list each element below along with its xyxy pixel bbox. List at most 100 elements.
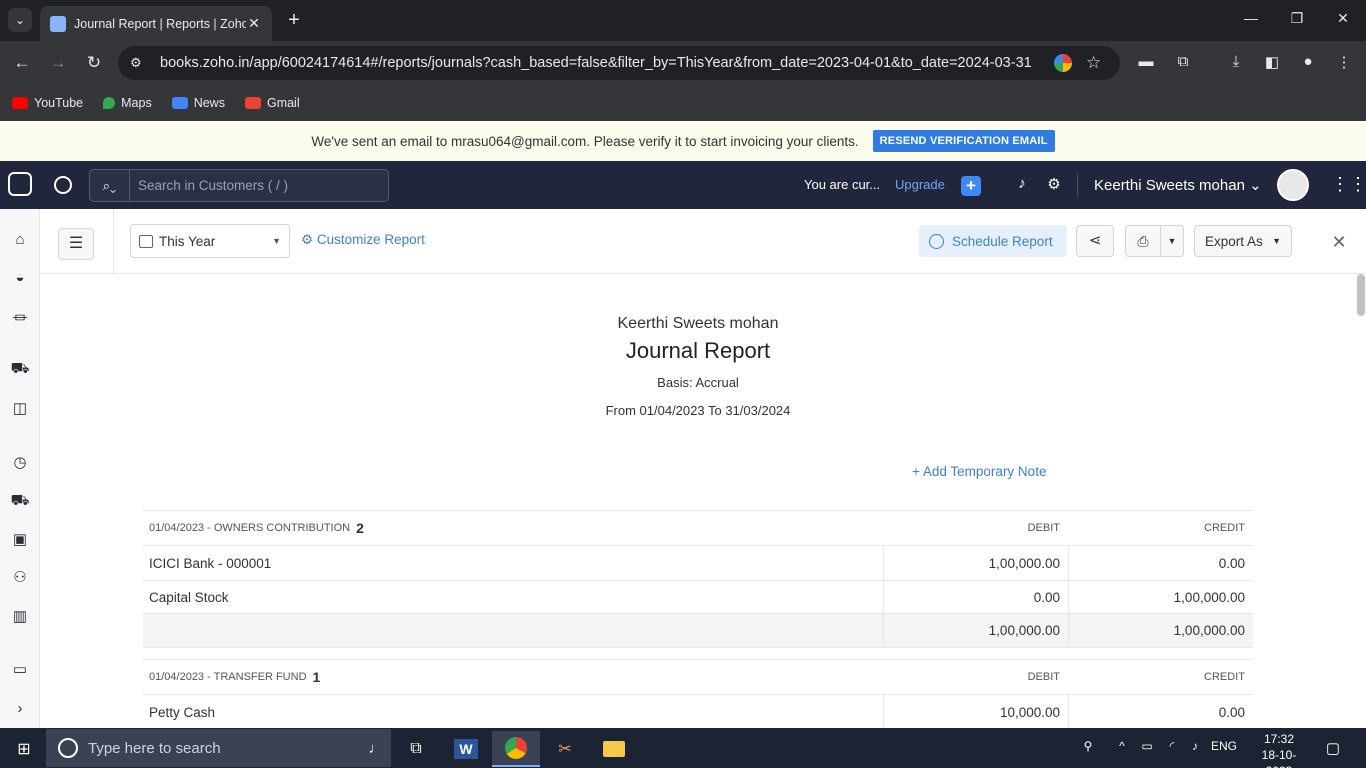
documents-folder-icon[interactable]: ▭ [9, 660, 31, 680]
extensions-puzzle-icon[interactable]: ⧉ [1172, 53, 1194, 75]
export-as-dropdown[interactable]: Export As ▼ [1194, 225, 1292, 257]
bookmark-maps[interactable]: Maps [103, 96, 152, 110]
calendar-icon [139, 234, 153, 248]
accountant-icon[interactable]: ⚇ [9, 568, 31, 588]
word-app-icon[interactable]: W [442, 731, 490, 767]
journal-table: 01/04/2023 - OWNERS CONTRIBUTION 2 DEBIT … [143, 510, 1253, 648]
total-debit: 1,00,000.00 [883, 614, 1068, 647]
taskbar-search-input[interactable]: Type here to search [88, 740, 361, 757]
forward-arrow-icon[interactable]: → [47, 52, 69, 74]
taskbar-search[interactable]: Type here to search ♩ [46, 729, 391, 767]
period-value: This Year [159, 233, 216, 249]
items-basket-icon[interactable]: ◒ [9, 269, 31, 289]
new-tab-plus-icon[interactable]: + [284, 10, 304, 30]
search-input[interactable]: Search in Customers ( / ) [130, 178, 288, 193]
battery-icon[interactable]: ▭ [1138, 739, 1156, 759]
google-lens-icon[interactable] [1054, 54, 1072, 72]
banner-message: We've sent an email to mrasu064@gmail.co… [311, 133, 859, 149]
snipping-tool-icon[interactable]: ✂ [541, 731, 589, 767]
customize-label: Customize Report [316, 232, 425, 247]
global-search[interactable]: ⌕⌄ Search in Customers ( / ) [89, 169, 389, 202]
restore-icon[interactable]: ❐ [1282, 10, 1312, 30]
cast-icon[interactable]: ▬ [1135, 53, 1157, 75]
site-info-icon[interactable]: ⚙ [130, 55, 150, 71]
chrome-menu-kebab-icon[interactable]: ⋮ [1333, 53, 1355, 75]
total-label-cell [143, 614, 883, 647]
home-icon[interactable]: ⌂ [9, 231, 31, 251]
windows-start-icon[interactable]: ⊞ [14, 739, 34, 758]
schedule-report-button[interactable]: Schedule Report [919, 225, 1067, 257]
debit-header: DEBIT [1027, 522, 1060, 534]
volume-icon[interactable]: ♪ [1186, 739, 1204, 759]
close-report-icon[interactable]: ✕ [1330, 232, 1348, 252]
print-options-caret-icon[interactable]: ▼ [1161, 236, 1183, 246]
add-temporary-note-link[interactable]: + Add Temporary Note [912, 464, 1046, 479]
maps-icon [103, 97, 116, 109]
tab-close-icon[interactable]: ✕ [246, 15, 262, 32]
url-text[interactable]: books.zoho.in/app/60024174614#/reports/j… [160, 55, 1054, 71]
people-icon[interactable]: ⚲ [1078, 739, 1098, 759]
printer-icon[interactable]: ⎙ [1126, 226, 1161, 256]
news-icon [171, 97, 188, 109]
period-select[interactable]: This Year ▼ [130, 224, 290, 258]
zoho-books-logo-icon[interactable] [8, 172, 32, 196]
user-avatar[interactable] [1277, 169, 1309, 201]
file-explorer-icon[interactable] [590, 731, 638, 767]
toolbar-divider [113, 209, 114, 273]
download-icon[interactable]: ⤓ [1225, 53, 1247, 75]
minimize-icon[interactable]: — [1236, 10, 1266, 30]
side-panel-icon[interactable]: ◧ [1261, 53, 1283, 75]
microphone-icon[interactable]: ♩ [361, 740, 391, 757]
share-button[interactable]: ⋖ [1076, 225, 1114, 257]
expand-rail-chevron-icon[interactable]: › [9, 700, 31, 720]
bookmark-youtube[interactable]: YouTube [12, 96, 83, 110]
cortana-circle-icon [58, 738, 78, 758]
window-close-icon[interactable]: ✕ [1328, 10, 1358, 30]
clock-time: 17:32 [1263, 732, 1295, 746]
eway-bill-truck-icon[interactable]: ⛟ [9, 492, 31, 512]
task-view-icon[interactable]: ⧉ [392, 731, 440, 767]
system-clock[interactable]: 17:32 18-10-2023 [1257, 731, 1301, 768]
quick-create-plus-icon[interactable]: + [961, 176, 981, 196]
scrollbar-thumb[interactable] [1357, 274, 1365, 316]
organization-switcher[interactable]: Keerthi Sweets mohan ⌄ [1094, 176, 1262, 194]
browser-tab-active[interactable]: Journal Report | Reports | Zoho ✕ [40, 6, 272, 41]
journal-title: 01/04/2023 - OWNERS CONTRIBUTION [149, 522, 351, 534]
gmail-icon [244, 97, 261, 109]
gst-filing-icon[interactable]: ▣ [9, 530, 31, 550]
notifications-bell-icon[interactable]: ♪ [1012, 175, 1032, 195]
address-bar[interactable]: ⚙ books.zoho.in/app/60024174614#/reports… [118, 46, 1120, 80]
print-button[interactable]: ⎙ ▼ [1125, 225, 1184, 257]
report-org-name: Keerthi Sweets mohan [617, 315, 779, 332]
credit-amount: 1,00,000.00 [1068, 581, 1253, 613]
chrome-app-icon[interactable] [492, 731, 540, 767]
bookmark-gmail[interactable]: Gmail [244, 96, 300, 110]
profile-icon[interactable]: ● [1297, 53, 1319, 75]
app-grid-icon[interactable]: ⋮⋮ [1331, 175, 1366, 195]
tab-title: Journal Report | Reports | Zoho [74, 16, 246, 31]
bookmark-star-icon[interactable]: ☆ [1086, 53, 1108, 73]
account-name: Capital Stock [149, 589, 229, 605]
customize-report-link[interactable]: ⚙ Customize Report [301, 232, 425, 248]
resend-verification-button[interactable]: RESEND VERIFICATION EMAIL [872, 130, 1055, 152]
reports-menu-hamburger-icon[interactable]: ☰ [58, 228, 94, 260]
settings-gear-icon[interactable]: ⚙ [1044, 175, 1064, 195]
tab-search-chevron-icon[interactable]: ⌄ [8, 8, 32, 32]
time-tracking-icon[interactable]: ◷ [9, 453, 31, 473]
back-arrow-icon[interactable]: ← [11, 52, 33, 74]
credit-header: CREDIT [1204, 522, 1245, 534]
bookmark-news[interactable]: News [171, 96, 225, 110]
reports-chart-icon[interactable]: ▥ [9, 607, 31, 627]
search-icon[interactable]: ⌕⌄ [90, 170, 130, 201]
bookmarks-bar: YouTube Maps News Gmail [0, 85, 1366, 121]
report-title: Journal Report [625, 338, 771, 363]
language-indicator[interactable]: ENG [1210, 739, 1238, 759]
debit-amount: 1,00,000.00 [883, 546, 1068, 580]
tray-expand-chevron-icon[interactable]: ^ [1114, 739, 1130, 759]
upgrade-link[interactable]: Upgrade [895, 177, 945, 192]
schedule-label: Schedule Report [952, 233, 1053, 249]
recent-history-icon[interactable] [54, 176, 72, 194]
notification-center-icon[interactable]: ▢ [1323, 739, 1343, 759]
wifi-icon[interactable]: ◜ [1163, 739, 1181, 759]
reload-icon[interactable]: ↻ [83, 52, 105, 74]
